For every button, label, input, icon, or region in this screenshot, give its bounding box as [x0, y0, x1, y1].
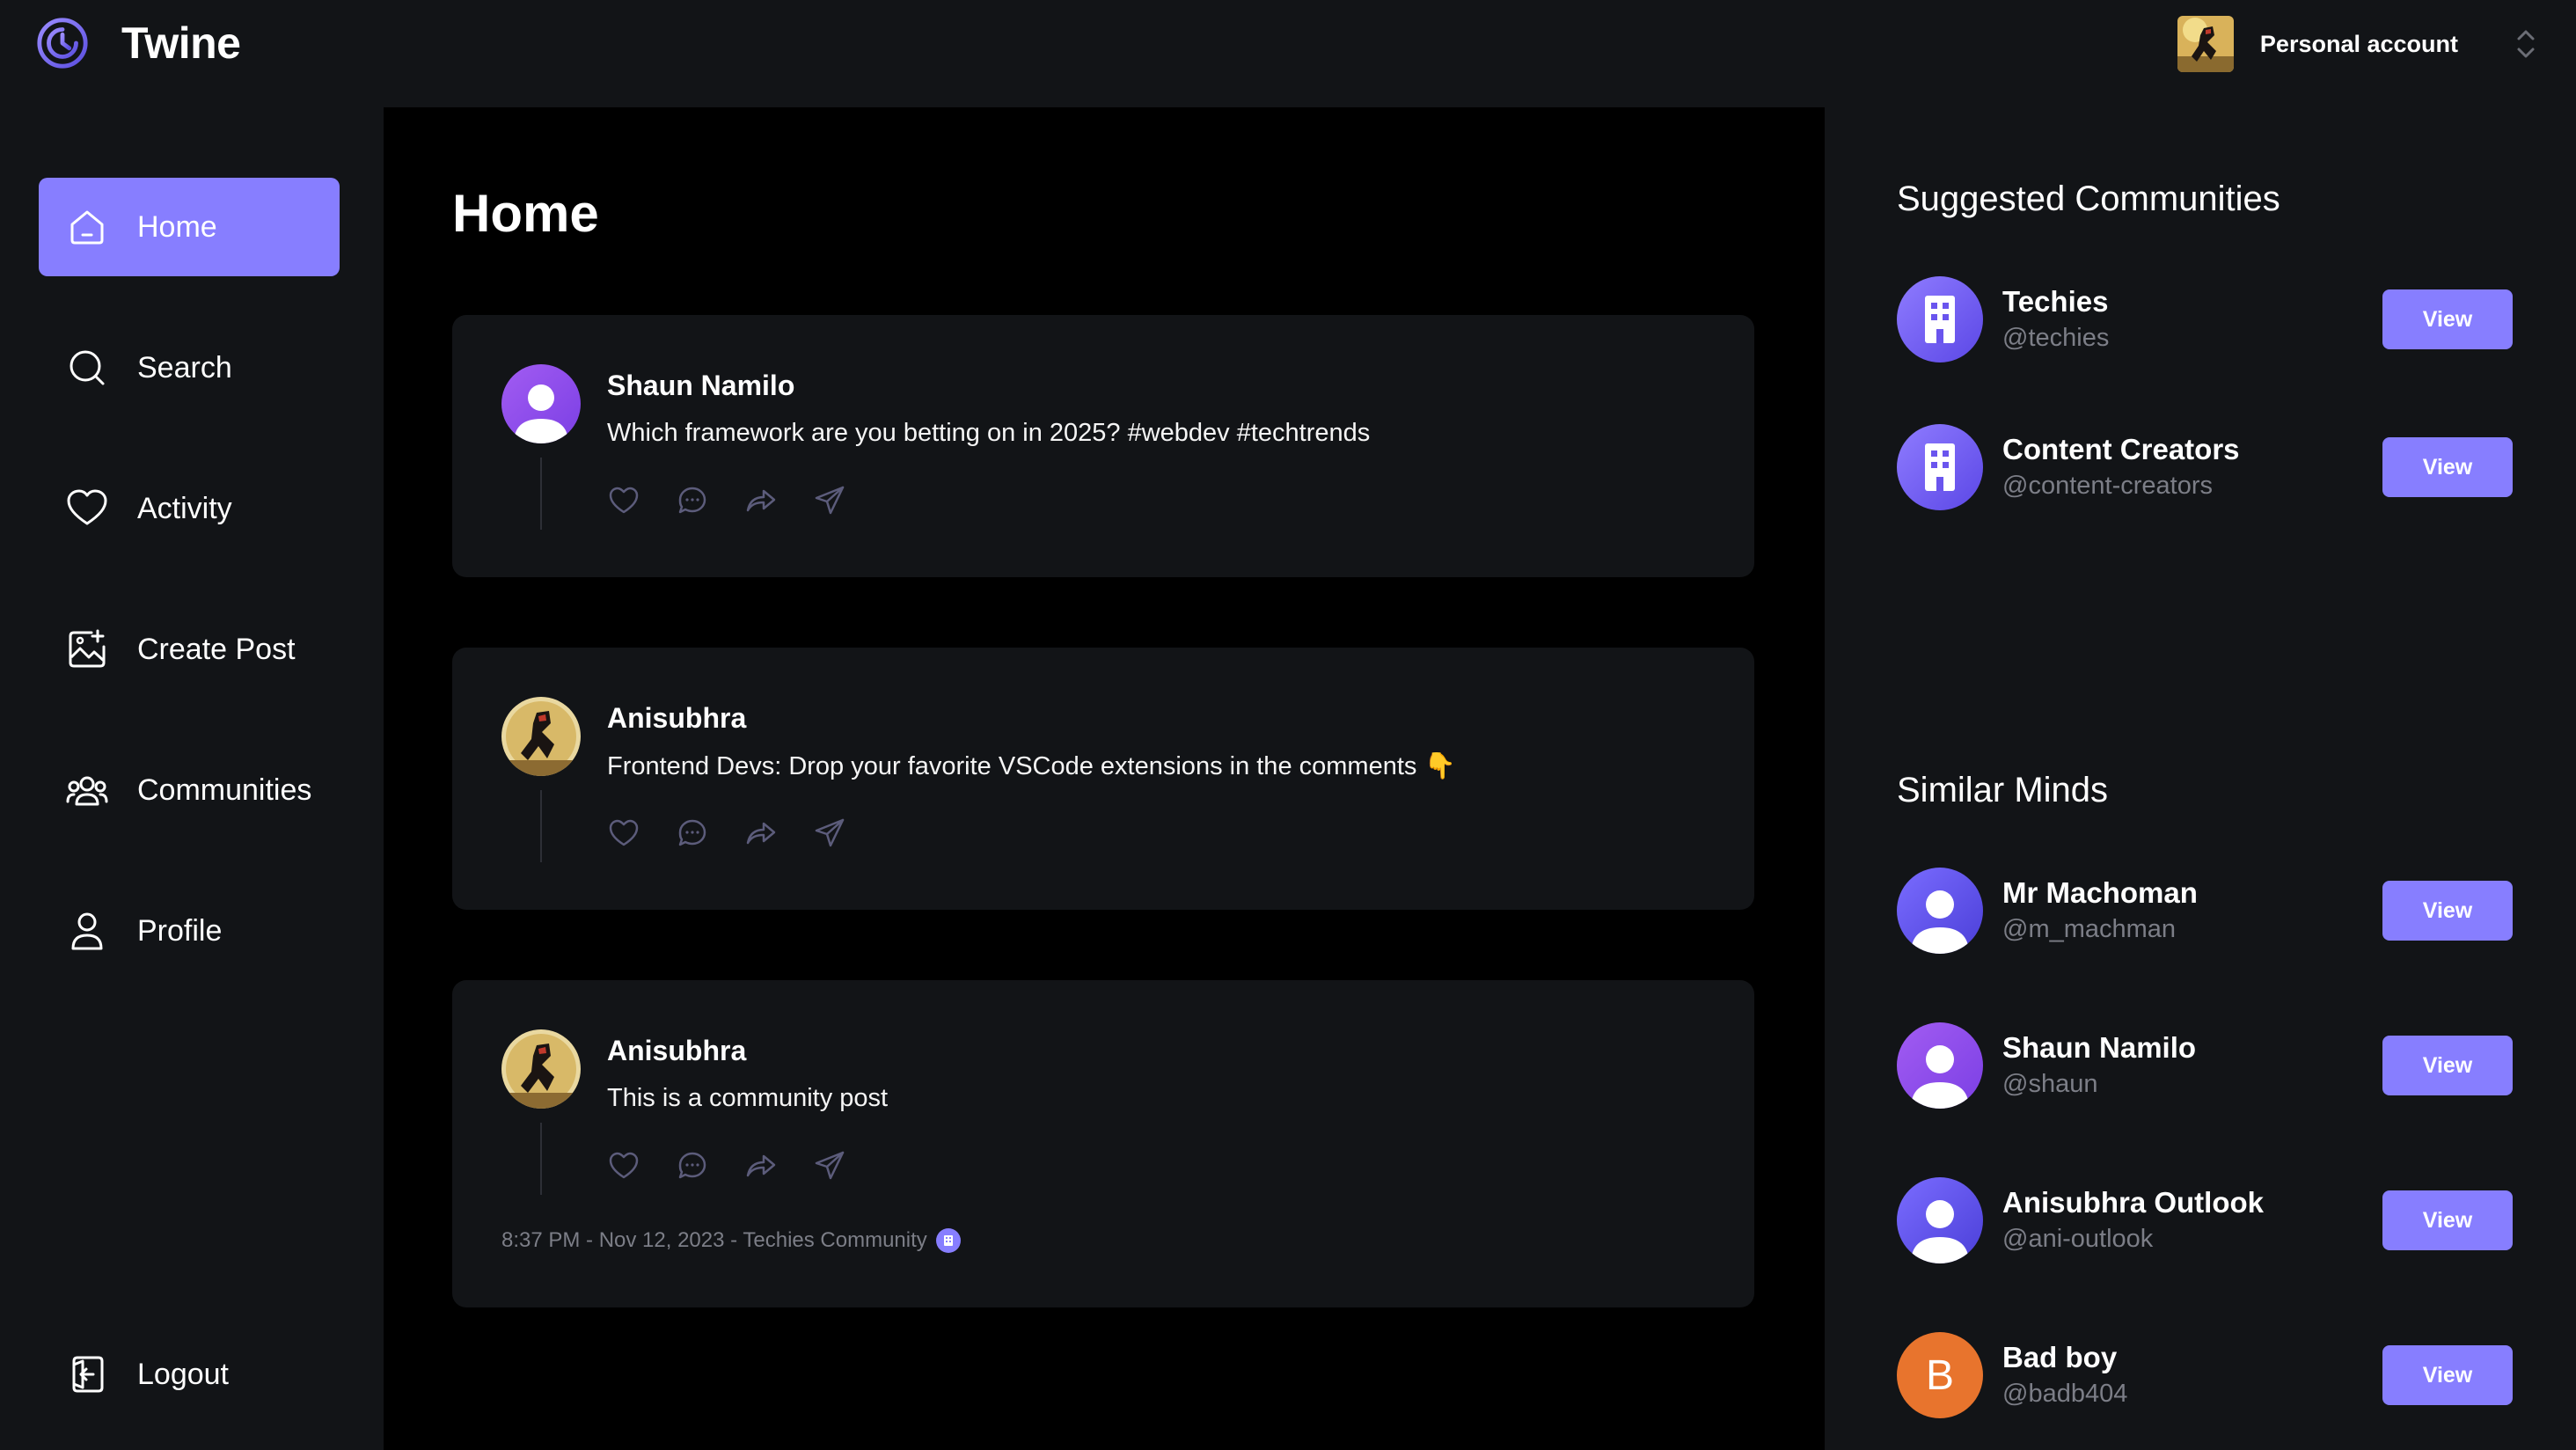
default-user-avatar[interactable] — [501, 364, 581, 443]
view-button[interactable]: View — [2382, 289, 2513, 349]
post-card[interactable]: Anisubhra This is a community post 8:37 … — [452, 980, 1754, 1307]
post-actions — [607, 1149, 846, 1183]
nav-item-create-post[interactable]: Create Post — [39, 600, 340, 699]
nav-label-search: Search — [137, 350, 232, 384]
thread-line — [540, 1123, 542, 1195]
nav-item-activity[interactable]: Activity — [39, 459, 340, 558]
anisubhra-avatar[interactable] — [501, 697, 581, 776]
view-button[interactable]: View — [2382, 881, 2513, 941]
nav-item-search[interactable]: Search — [39, 319, 340, 417]
logout-label: Logout — [137, 1357, 229, 1391]
post-text: Frontend Devs: Drop your favorite VSCode… — [607, 752, 1456, 780]
post-actions — [607, 484, 846, 517]
account-label: Personal account — [2259, 30, 2458, 57]
nav-label-home: Home — [137, 209, 217, 244]
nav-label-communities: Communities — [137, 773, 312, 807]
comment-icon[interactable] — [676, 484, 709, 517]
building-icon[interactable] — [1897, 276, 1983, 362]
left-sidebar: Home Search Activity Create Post Communi… — [0, 107, 384, 1450]
post-text: Which framework are you betting on in 20… — [607, 419, 1371, 447]
logout-icon — [72, 1356, 104, 1393]
community-name: Techies — [2002, 285, 2109, 318]
letter-avatar[interactable]: B — [1897, 1332, 1983, 1418]
app-logo[interactable]: Twine — [35, 16, 241, 70]
repost-icon[interactable] — [744, 1149, 778, 1183]
user-name: Bad boy — [2002, 1341, 2118, 1373]
comment-icon[interactable] — [676, 1149, 709, 1183]
post-card[interactable]: Shaun Namilo Which framework are you bet… — [452, 315, 1754, 577]
search-icon — [70, 350, 105, 385]
community-handle: @techies — [2002, 324, 2110, 352]
logout-button[interactable]: Logout — [39, 1325, 340, 1424]
like-icon[interactable] — [607, 484, 640, 517]
like-icon[interactable] — [607, 817, 640, 850]
share-icon[interactable] — [813, 484, 846, 517]
thread-line — [540, 790, 542, 862]
post-author[interactable]: Anisubhra — [607, 702, 746, 735]
nav-item-home[interactable]: Home — [39, 178, 340, 276]
top-bar: Twine Personal account — [0, 0, 2576, 107]
nav-label-profile: Profile — [137, 913, 223, 948]
default-user-avatar[interactable] — [1897, 868, 1983, 954]
user-handle: @ani-outlook — [2002, 1225, 2154, 1253]
user-item: B Bad boy @badb404 View — [1897, 1332, 2513, 1418]
communities-icon — [66, 776, 108, 806]
community-handle: @content-creators — [2002, 472, 2213, 500]
view-button[interactable]: View — [2382, 1345, 2513, 1405]
view-button[interactable]: View — [2382, 437, 2513, 497]
default-user-avatar[interactable] — [1897, 1177, 1983, 1263]
post-meta[interactable]: 8:37 PM - Nov 12, 2023 - Techies Communi… — [501, 1228, 961, 1253]
share-icon[interactable] — [813, 817, 846, 850]
user-handle: @m_machman — [2002, 915, 2177, 943]
user-icon — [71, 912, 103, 950]
community-badge-icon — [935, 1228, 961, 1253]
user-avatar — [2177, 16, 2234, 72]
post-card[interactable]: Anisubhra Frontend Devs: Drop your favor… — [452, 648, 1754, 910]
repost-icon[interactable] — [744, 817, 778, 850]
nav-item-communities[interactable]: Communities — [39, 741, 340, 839]
community-item: Content Creators @content-creators View — [1897, 424, 2513, 510]
post-author[interactable]: Anisubhra — [607, 1035, 746, 1067]
user-name: Shaun Namilo — [2002, 1031, 2197, 1064]
chevron-updown-icon — [2517, 30, 2535, 58]
main-feed: Home Shaun Namilo Which framework are yo… — [384, 107, 1825, 1450]
account-switcher[interactable]: Personal account — [2177, 16, 2537, 72]
share-icon[interactable] — [813, 1149, 846, 1183]
twine-logo-icon — [37, 18, 88, 69]
user-item: Anisubhra Outlook @ani-outlook View — [1897, 1177, 2513, 1263]
right-sidebar: Suggested Communities Techies @techies V… — [1825, 107, 2576, 1450]
user-item: Mr Machoman @m_machman View — [1897, 868, 2513, 954]
suggested-communities-title: Suggested Communities — [1897, 179, 2280, 218]
comment-icon[interactable] — [676, 817, 709, 850]
like-icon[interactable] — [607, 1149, 640, 1183]
post-meta-text: 8:37 PM - Nov 12, 2023 - Techies Communi… — [501, 1228, 927, 1252]
anisubhra-avatar[interactable] — [501, 1029, 581, 1109]
community-item: Techies @techies View — [1897, 276, 2513, 362]
create-post-icon — [69, 629, 106, 668]
post-text: This is a community post — [607, 1084, 889, 1112]
user-name: Mr Machoman — [2002, 876, 2198, 909]
community-name: Content Creators — [2002, 433, 2240, 465]
nav-item-profile[interactable]: Profile — [39, 882, 340, 980]
user-handle: @badb404 — [2002, 1380, 2128, 1408]
thread-line — [540, 458, 542, 530]
user-name: Anisubhra Outlook — [2002, 1186, 2264, 1219]
nav-label-activity: Activity — [137, 491, 232, 525]
nav-label-create-post: Create Post — [137, 632, 296, 666]
building-icon[interactable] — [1897, 424, 1983, 510]
heart-icon — [67, 489, 107, 525]
similar-minds-title: Similar Minds — [1897, 771, 2109, 809]
post-author[interactable]: Shaun Namilo — [607, 370, 794, 402]
user-handle: @shaun — [2002, 1070, 2098, 1098]
home-icon — [70, 210, 104, 245]
repost-icon[interactable] — [744, 484, 778, 517]
page-title: Home — [452, 184, 599, 243]
avatar-initial: B — [1925, 1351, 1954, 1399]
view-button[interactable]: View — [2382, 1036, 2513, 1095]
app-name: Twine — [121, 18, 241, 68]
view-button[interactable]: View — [2382, 1190, 2513, 1250]
user-item: Shaun Namilo @shaun View — [1897, 1022, 2513, 1109]
post-actions — [607, 817, 846, 850]
default-user-avatar[interactable] — [1897, 1022, 1983, 1109]
